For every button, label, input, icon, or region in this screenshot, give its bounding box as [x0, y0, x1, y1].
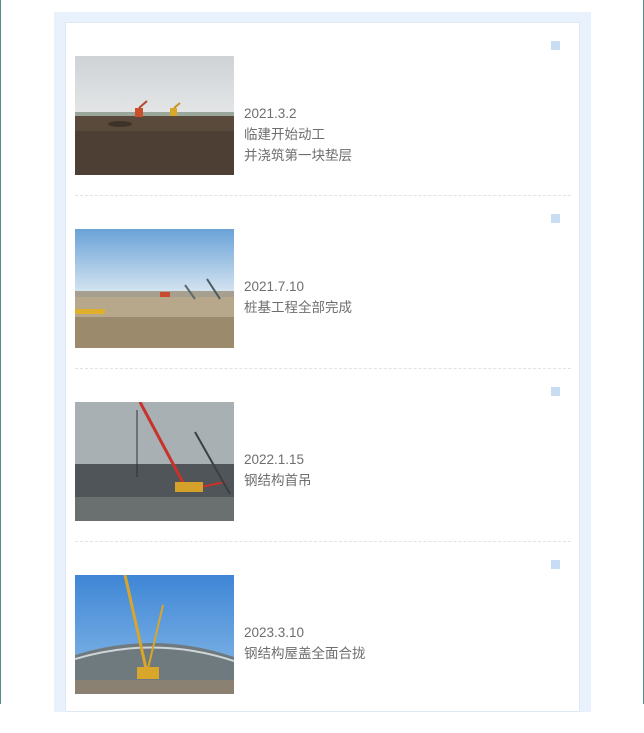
divider [75, 195, 571, 196]
timeline-photo[interactable] [75, 402, 234, 521]
window-frame-left [0, 0, 1, 704]
timeline-date: 2021.7.10 [244, 279, 305, 294]
timeline-date: 2023.3.10 [244, 625, 305, 640]
timeline-text: 2021.3.2 临建开始动工 并浇筑第一块垫层 [244, 103, 544, 166]
timeline-item: 2022.1.15 钢结构首吊 [75, 387, 571, 560]
divider [75, 368, 571, 369]
timeline-item: 2021.3.2 临建开始动工 并浇筑第一块垫层 [75, 41, 571, 214]
timeline-photo[interactable] [75, 229, 234, 348]
timeline-desc-line: 钢结构首吊 [244, 473, 312, 488]
timeline-marker [551, 41, 560, 50]
timeline-marker [551, 387, 560, 396]
timeline-desc-line: 桩基工程全部完成 [244, 300, 352, 315]
timeline-marker [551, 560, 560, 569]
timeline-date: 2021.3.2 [244, 106, 297, 121]
divider [75, 541, 571, 542]
timeline-desc-line: 钢结构屋盖全面合拢 [244, 646, 366, 661]
timeline-text: 2021.7.10 桩基工程全部完成 [244, 276, 544, 318]
timeline-photo[interactable] [75, 56, 234, 175]
timeline-marker [551, 214, 560, 223]
timeline-photo[interactable] [75, 575, 234, 694]
timeline-date: 2022.1.15 [244, 452, 305, 467]
timeline-desc-line: 并浇筑第一块垫层 [244, 148, 352, 163]
timeline-item: 2023.3.10 钢结构屋盖全面合拢 [75, 560, 571, 733]
timeline-text: 2022.1.15 钢结构首吊 [244, 449, 544, 491]
timeline-desc-line: 临建开始动工 [244, 127, 325, 142]
timeline-item: 2021.7.10 桩基工程全部完成 [75, 214, 571, 387]
timeline-text: 2023.3.10 钢结构屋盖全面合拢 [244, 622, 544, 664]
